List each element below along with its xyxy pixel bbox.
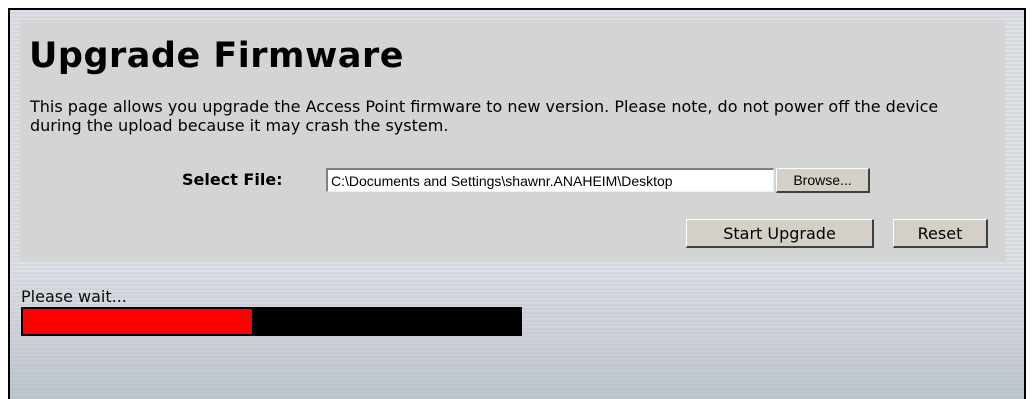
please-wait-text: Please wait...: [21, 287, 127, 306]
upgrade-firmware-panel: Upgrade Firmware This page allows you up…: [20, 20, 1005, 262]
upload-progress-fill: [23, 309, 252, 334]
reset-button[interactable]: Reset: [893, 219, 988, 248]
start-upgrade-button[interactable]: Start Upgrade: [686, 219, 874, 248]
select-file-label: Select File:: [182, 170, 283, 189]
browser-content-frame: Upgrade Firmware This page allows you up…: [8, 8, 1026, 399]
page-description: This page allows you upgrade the Access …: [30, 97, 939, 135]
browse-button[interactable]: Browse...: [776, 168, 870, 193]
upload-progress-bar: [21, 307, 522, 336]
page-title: Upgrade Firmware: [29, 36, 404, 76]
file-path-input[interactable]: [326, 168, 774, 192]
